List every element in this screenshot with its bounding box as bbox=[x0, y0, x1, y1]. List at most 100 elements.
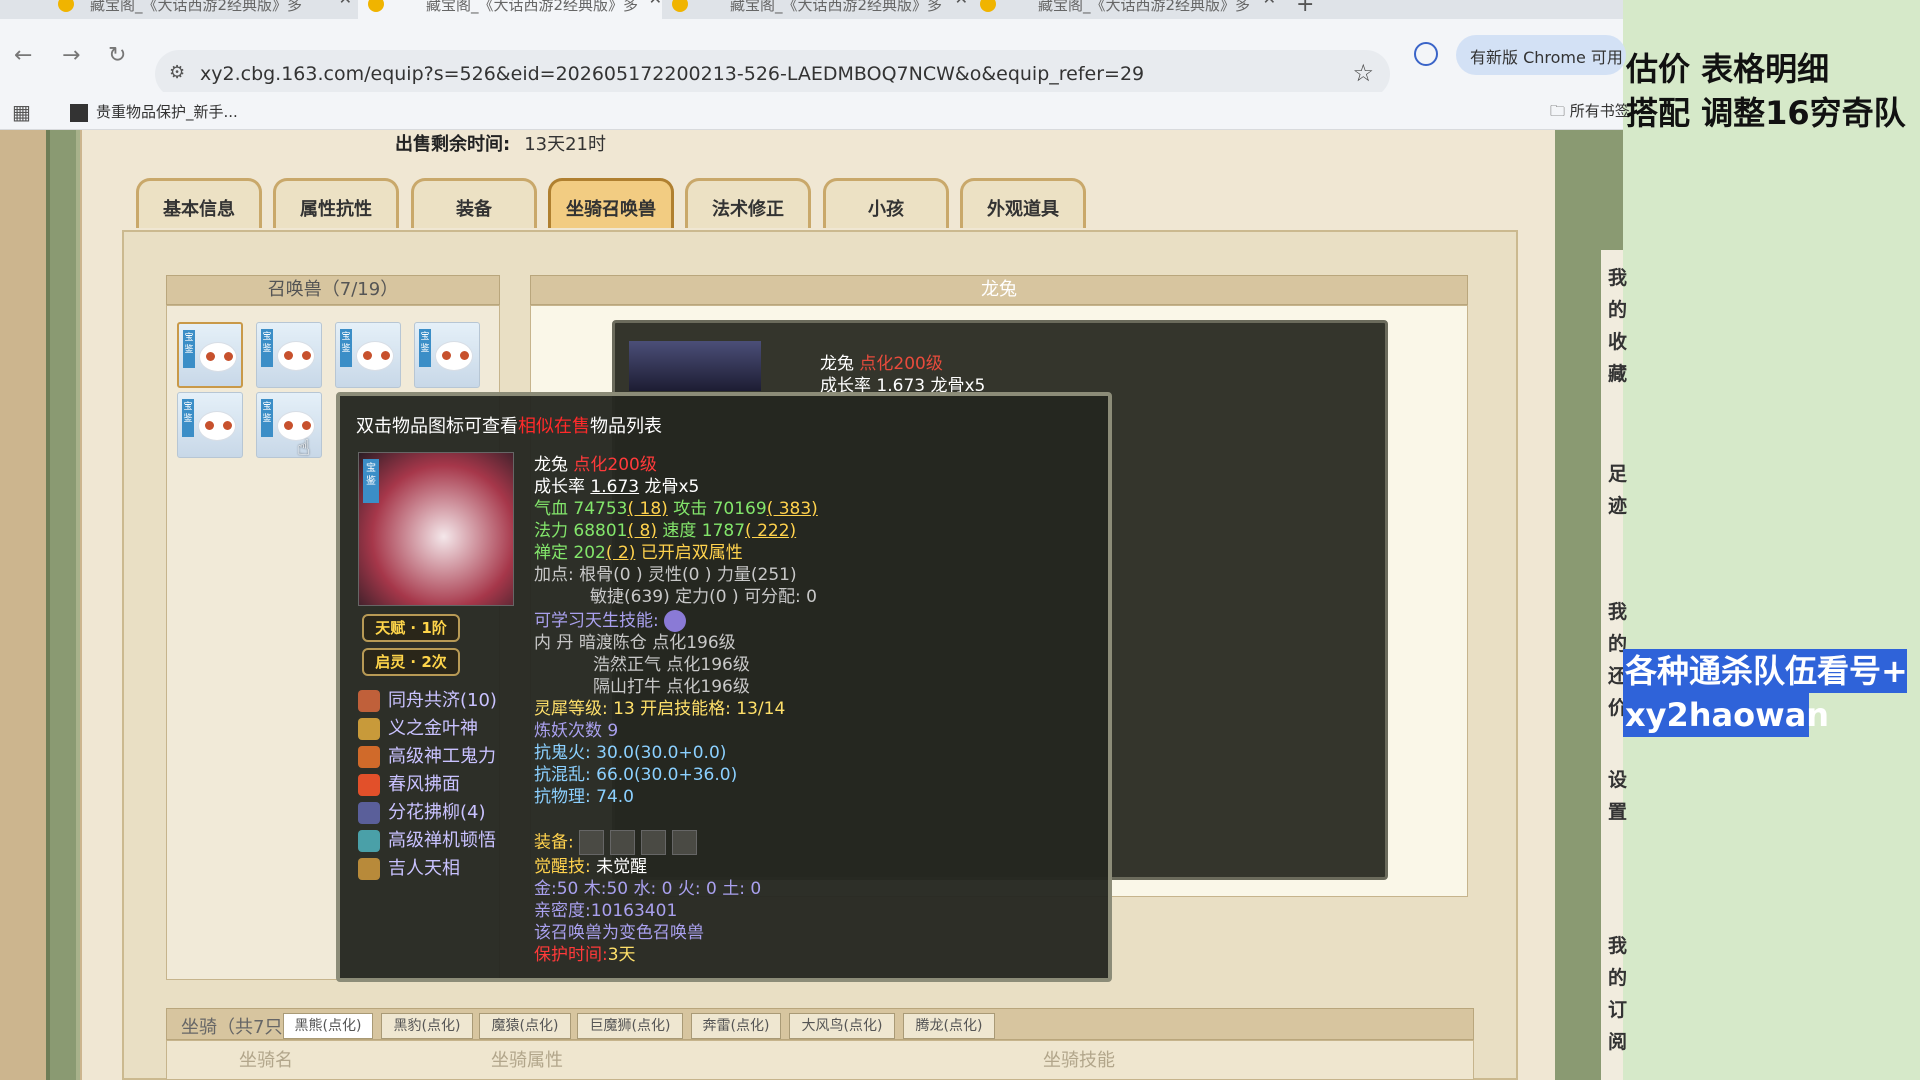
skill-label: 同舟共济(10) bbox=[388, 690, 497, 711]
tab-attr-resist[interactable]: 属性抗性 bbox=[273, 178, 399, 228]
hp-atk-line: 气血 74753( 18) 攻击 70169( 383) bbox=[534, 498, 818, 520]
stat-hp: 气血 74753 bbox=[534, 499, 628, 519]
equip-line: 装备: bbox=[534, 830, 703, 855]
pet-tag: 宝鉴 bbox=[363, 459, 379, 503]
all-bookmarks-label: 所有书签 bbox=[1569, 102, 1630, 120]
browser-tab[interactable]: 藏宝阁_《大话西游2经典版》多 ✕ bbox=[970, 0, 1276, 19]
skill-label: 分花拂柳(4) bbox=[388, 802, 486, 823]
tab-favicon-icon bbox=[58, 0, 74, 12]
site-settings-icon[interactable]: ⚙ bbox=[169, 62, 185, 83]
res-phys-value: 74.0 bbox=[596, 787, 634, 807]
overlay-line-3: 各种通杀队伍看号+ bbox=[1623, 649, 1908, 693]
browser-tab-active[interactable]: 藏宝阁_《大话西游2经典版》多 ✕ bbox=[358, 0, 662, 19]
summon-tooltip: 双击物品图标可查看相似在售物品列表 宝鉴 天赋 · 1阶 启灵 · 2次 同舟共… bbox=[336, 392, 1112, 982]
tab-child[interactable]: 小孩 bbox=[823, 178, 949, 228]
tab-appearance[interactable]: 外观道具 bbox=[960, 178, 1086, 228]
side-block-favorites[interactable]: 我的收藏 bbox=[1608, 262, 1627, 390]
protect-value: 3天 bbox=[607, 945, 636, 965]
bookmark-star-icon[interactable]: ☆ bbox=[1352, 59, 1374, 87]
pet-eye bbox=[381, 351, 390, 360]
summon-thumb[interactable]: 宝鉴 bbox=[256, 392, 322, 458]
equip-slot[interactable] bbox=[641, 830, 667, 855]
pet-tag: 宝鉴 bbox=[261, 329, 273, 367]
mount-tab[interactable]: 腾龙(点化) bbox=[903, 1013, 995, 1039]
skill-icon bbox=[358, 830, 380, 852]
browser-tab[interactable]: 藏宝阁_《大话西游2经典版》多 ✕ bbox=[662, 0, 968, 19]
tab-favicon-icon bbox=[368, 0, 384, 12]
update-chrome-button[interactable]: 有新版 Chrome 可用 bbox=[1456, 35, 1626, 75]
back-arrow-icon[interactable]: ← bbox=[14, 43, 32, 68]
pet-eye bbox=[302, 421, 311, 430]
bookmark-favicon-icon bbox=[70, 103, 88, 122]
close-tab-icon[interactable]: ✕ bbox=[649, 0, 662, 7]
lingxi-line: 灵犀等级: 13 开启技能格: 13/14 bbox=[534, 699, 786, 719]
pet-eye bbox=[302, 351, 311, 360]
res-fire-label: 抗鬼火: bbox=[534, 743, 597, 763]
tab-title: 藏宝阁_《大话西游2经典版》多 bbox=[1038, 0, 1251, 14]
skill-label: 义之金叶神 bbox=[388, 718, 478, 739]
mount-tab[interactable]: 巨魔狮(点化) bbox=[577, 1013, 683, 1039]
intimacy-line: 亲密度:10163401 bbox=[534, 901, 678, 921]
summon-thumb[interactable]: 宝鉴 bbox=[414, 322, 480, 388]
tooltip-portrait[interactable]: 宝鉴 bbox=[358, 452, 514, 606]
mount-tab[interactable]: 黑熊(点化) bbox=[283, 1013, 373, 1039]
sale-time: 出售剩余时间: 13天21时 bbox=[395, 130, 606, 156]
mouse-pointer-icon: ☝ bbox=[297, 436, 311, 461]
stat-mp: 法力 68801 bbox=[534, 521, 628, 541]
tab-spell-mod[interactable]: 法术修正 bbox=[685, 178, 811, 228]
forward-arrow-icon[interactable]: → bbox=[62, 43, 80, 68]
equip-slot[interactable] bbox=[610, 830, 636, 855]
browser-tab[interactable]: 藏宝阁_《大话西游2经典版》多 ✕ bbox=[0, 0, 352, 19]
reload-icon[interactable]: ↻ bbox=[108, 43, 126, 68]
tab-mount-summon[interactable]: 坐骑召唤兽 bbox=[548, 178, 674, 228]
url-text[interactable]: xy2.cbg.163.com/equip?s=526&eid=20260517… bbox=[200, 63, 1144, 85]
side-block-settings[interactable]: 设置 bbox=[1608, 764, 1627, 828]
screenshot-stage: 藏宝阁_《大话西游2经典版》多 ✕ 藏宝阁_《大话西游2经典版》多 ✕ 藏宝阁_《大… bbox=[0, 0, 1920, 1080]
bookmark-item[interactable]: 贵重物品保护_新手... bbox=[70, 101, 238, 122]
summon-thumb[interactable]: 宝鉴 bbox=[177, 322, 243, 388]
learnable-line: 可学习天生技能: bbox=[534, 610, 687, 632]
summon-thumb[interactable]: 宝鉴 bbox=[256, 322, 322, 388]
all-bookmarks-folder[interactable]: 🗀 所有书签 bbox=[1550, 100, 1630, 126]
close-tab-icon[interactable]: ✕ bbox=[1263, 0, 1276, 7]
tab-basic-info[interactable]: 基本信息 bbox=[136, 178, 262, 228]
stat-hp-bonus: ( 18) bbox=[627, 499, 668, 519]
skill-icon bbox=[358, 774, 380, 796]
stat-atk-bonus: ( 383) bbox=[766, 499, 818, 519]
close-tab-icon[interactable]: ✕ bbox=[955, 0, 968, 7]
pet-eye bbox=[284, 351, 293, 360]
summon-thumb[interactable]: 宝鉴 bbox=[177, 392, 243, 458]
profile-avatar-icon[interactable] bbox=[1414, 42, 1438, 66]
res-fire-line: 抗鬼火: 30.0(30.0+0.0) bbox=[534, 742, 726, 764]
mount-tab[interactable]: 黑豹(点化) bbox=[381, 1013, 473, 1039]
pet-tag: 宝鉴 bbox=[182, 399, 194, 437]
mount-tab[interactable]: 奔雷(点化) bbox=[691, 1013, 781, 1039]
new-tab-button[interactable]: + bbox=[1296, 0, 1314, 17]
pet-eye bbox=[363, 351, 372, 360]
mount-table-header: 坐骑名 坐骑属性 坐骑技能 bbox=[166, 1040, 1474, 1080]
side-block-offers[interactable]: 我的还价 bbox=[1608, 596, 1627, 724]
equip-slot[interactable] bbox=[672, 830, 698, 855]
browser-toolbar: ← → ↻ ⚙ xy2.cbg.163.com/equip?s=526&eid=… bbox=[0, 19, 1623, 98]
mount-tab[interactable]: 大风鸟(点化) bbox=[789, 1013, 895, 1039]
skill-label: 春风拂面 bbox=[388, 774, 460, 795]
neidan-line-1: 内 丹 暗渡陈仓 点化196级 bbox=[534, 632, 736, 654]
close-tab-icon[interactable]: ✕ bbox=[339, 0, 352, 7]
stat-zen: 禅定 202 bbox=[534, 543, 606, 563]
tab-equipment[interactable]: 装备 bbox=[411, 178, 537, 228]
skill-icon bbox=[358, 746, 380, 768]
side-block-subscriptions[interactable]: 我的订阅 bbox=[1608, 930, 1627, 1058]
tab-title: 藏宝阁_《大话西游2经典版》多 bbox=[90, 0, 303, 14]
apps-grid-icon[interactable]: ▦ bbox=[12, 100, 31, 124]
side-block-history[interactable]: 足迹 bbox=[1608, 458, 1627, 522]
address-bar[interactable]: ⚙ xy2.cbg.163.com/equip?s=526&eid=202605… bbox=[155, 50, 1390, 98]
awaken-value: 未觉醒 bbox=[596, 857, 648, 877]
equip-slot[interactable] bbox=[579, 830, 605, 855]
learnable-label: 可学习天生技能: bbox=[534, 611, 659, 631]
pet-eye bbox=[223, 421, 232, 430]
hint-similar-link[interactable]: 相似在售 bbox=[518, 416, 590, 437]
mount-tab[interactable]: 魔猿(点化) bbox=[479, 1013, 571, 1039]
learnable-skill-icon[interactable] bbox=[664, 610, 687, 632]
res-phys-label: 抗物理: bbox=[534, 787, 597, 807]
summon-thumb[interactable]: 宝鉴 bbox=[335, 322, 401, 388]
